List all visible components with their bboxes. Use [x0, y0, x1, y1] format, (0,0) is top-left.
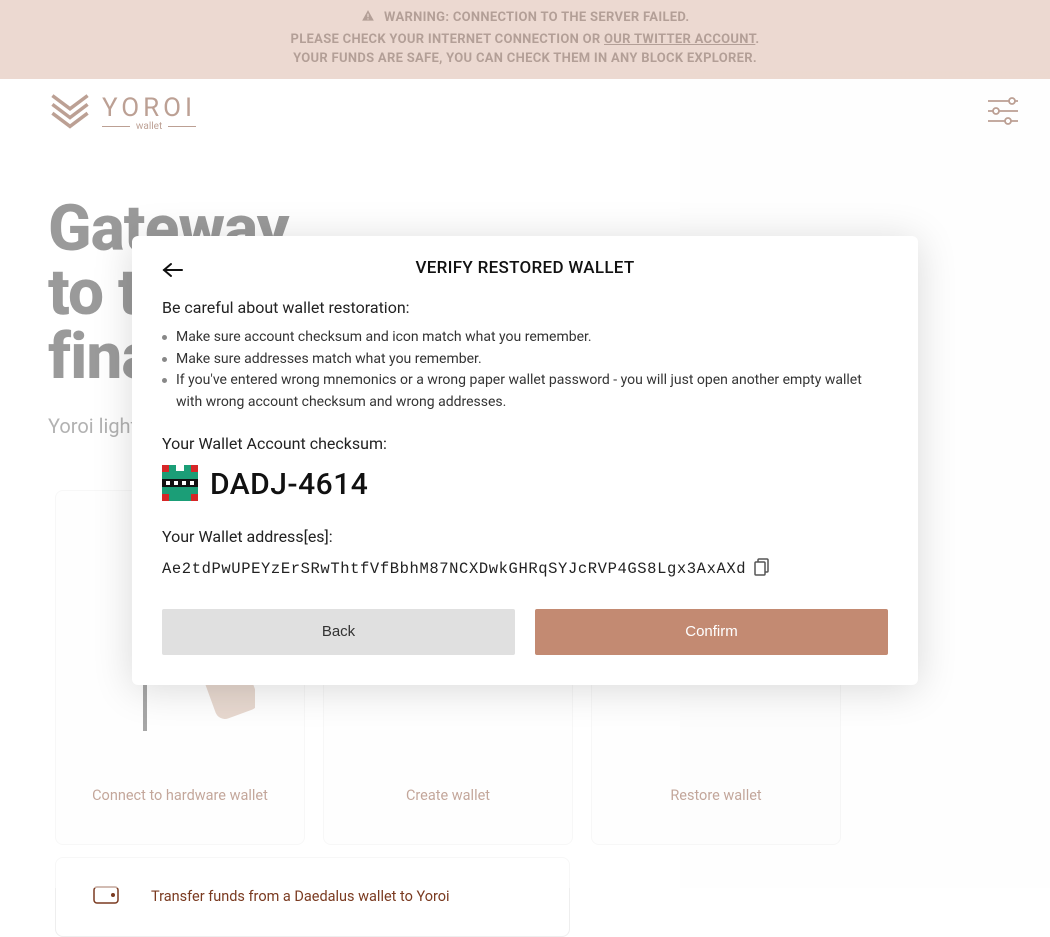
list-item: Make sure addresses match what you remem…: [162, 349, 888, 371]
warning-bullet-list: Make sure account checksum and icon matc…: [162, 327, 888, 414]
back-arrow-icon[interactable]: [162, 262, 184, 282]
modal-overlay: VERIFY RESTORED WALLET Be careful about …: [0, 0, 1050, 888]
copy-icon[interactable]: [754, 558, 770, 581]
modal-subtitle: Be careful about wallet restoration:: [162, 298, 888, 317]
list-item: If you've entered wrong mnemonics or a w…: [162, 370, 888, 413]
list-item: Make sure account checksum and icon matc…: [162, 327, 888, 349]
confirm-button[interactable]: Confirm: [535, 609, 888, 655]
checksum-identicon: [162, 465, 198, 505]
wallet-address: Ae2tdPwUPEYzErSRwThtfVfBbhM87NCXDwkGHRqS…: [162, 560, 746, 578]
modal-title: VERIFY RESTORED WALLET: [162, 258, 888, 278]
checksum-value: DADJ-4614: [210, 467, 368, 502]
checksum-label: Your Wallet Account checksum:: [162, 434, 888, 453]
address-label: Your Wallet address[es]:: [162, 527, 888, 546]
verify-wallet-modal: VERIFY RESTORED WALLET Be careful about …: [132, 236, 918, 685]
back-button[interactable]: Back: [162, 609, 515, 655]
transfer-label: Transfer funds from a Daedalus wallet to…: [151, 888, 450, 905]
